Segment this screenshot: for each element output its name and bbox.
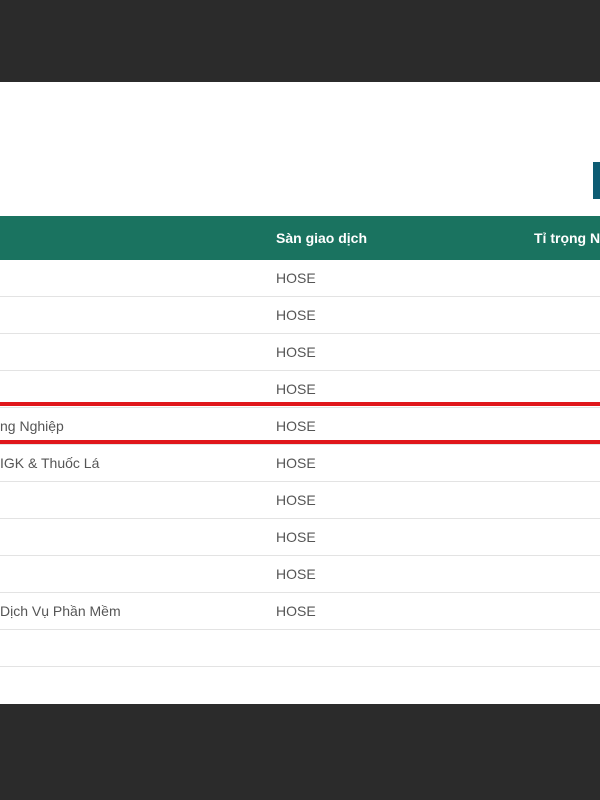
exchange-cell: HOSE: [276, 270, 316, 286]
column-header-exchange[interactable]: Sàn giao dịch: [276, 216, 367, 260]
industry-cell: ng Nghiệp: [0, 418, 64, 434]
table-row[interactable]: IGK & Thuốc Lá HOSE: [0, 445, 600, 482]
exchange-cell: HOSE: [276, 529, 316, 545]
exchange-cell: HOSE: [276, 566, 316, 582]
table-body: HOSE HOSE HOSE HOSE ng Nghiệp HOSE IGK &…: [0, 260, 600, 667]
column-header-weight[interactable]: Tỉ trọng N: [534, 216, 600, 260]
exchange-cell: HOSE: [276, 603, 316, 619]
industry-cell: IGK & Thuốc Lá: [0, 455, 100, 471]
exchange-cell: HOSE: [276, 418, 316, 434]
table-row[interactable]: HOSE: [0, 482, 600, 519]
content-panel: Sàn giao dịch Tỉ trọng N HOSE HOSE HOSE …: [0, 82, 600, 704]
exchange-cell: HOSE: [276, 344, 316, 360]
bottom-dark-frame: [0, 704, 600, 800]
table-row[interactable]: HOSE: [0, 556, 600, 593]
table-row[interactable]: HOSE: [0, 334, 600, 371]
table-row[interactable]: HOSE: [0, 297, 600, 334]
industry-cell: Dịch Vụ Phần Mềm: [0, 603, 121, 619]
action-button-partial[interactable]: [593, 162, 600, 199]
table-header: Sàn giao dịch Tỉ trọng N: [0, 216, 600, 260]
table-row[interactable]: Dịch Vụ Phần Mềm HOSE: [0, 593, 600, 630]
exchange-cell: HOSE: [276, 381, 316, 397]
table-row[interactable]: ng Nghiệp HOSE: [0, 408, 600, 445]
table-row[interactable]: HOSE: [0, 371, 600, 408]
exchange-cell: HOSE: [276, 492, 316, 508]
table-row[interactable]: [0, 630, 600, 667]
table-row[interactable]: HOSE: [0, 260, 600, 297]
exchange-cell: HOSE: [276, 455, 316, 471]
top-dark-frame: [0, 0, 600, 82]
table-row[interactable]: HOSE: [0, 519, 600, 556]
exchange-cell: HOSE: [276, 307, 316, 323]
